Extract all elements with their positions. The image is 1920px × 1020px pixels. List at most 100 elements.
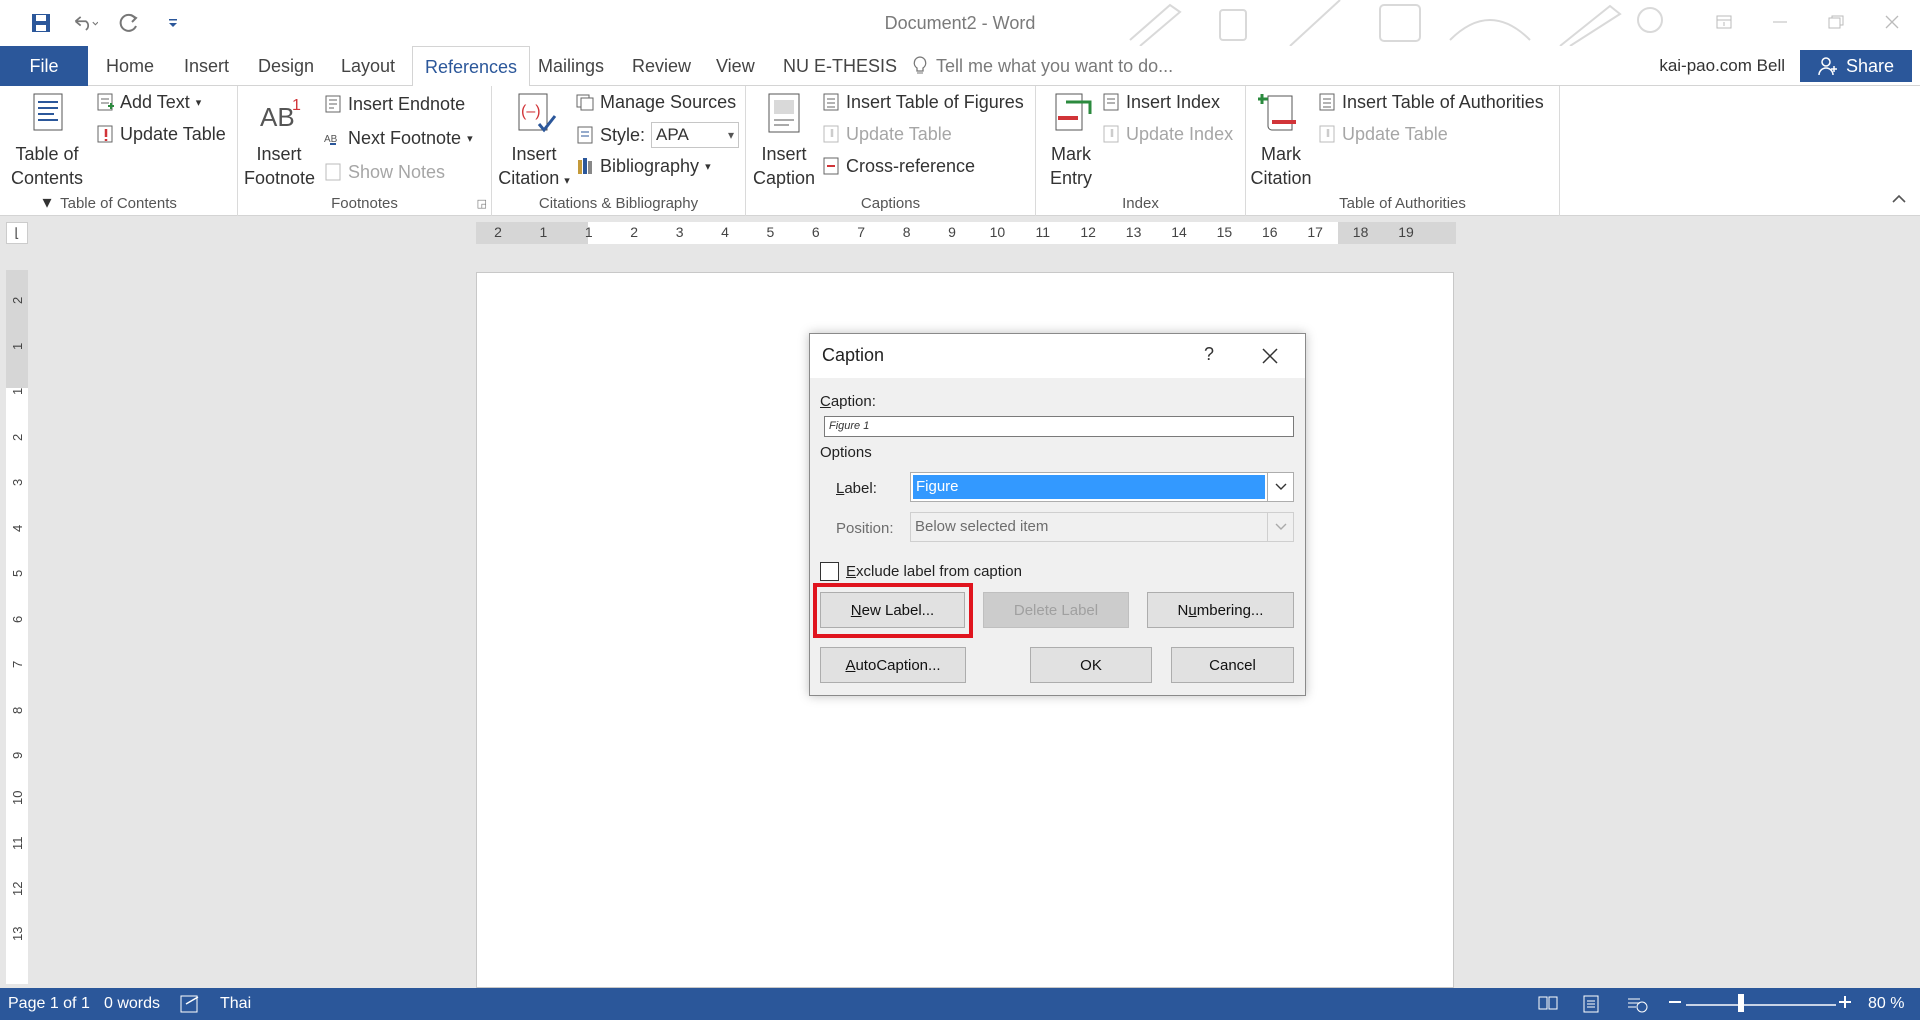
ok-button[interactable]: OK [1030, 647, 1152, 683]
tab-nu-e-thesis[interactable]: NU E-THESIS [783, 46, 897, 86]
help-button[interactable]: ? [1194, 344, 1224, 365]
web-layout-icon[interactable] [1626, 995, 1648, 1013]
vruler-tick-label: 3 [10, 478, 25, 486]
page-count[interactable]: Page 1 of 1 [8, 995, 90, 1013]
ribbon-tabs: File Home Insert Design Layout Reference… [0, 46, 1920, 87]
close-icon [1262, 348, 1278, 364]
tab-references[interactable]: References [412, 46, 531, 87]
insert-endnote-icon [325, 95, 341, 113]
insert-citation-button[interactable]: (–) Insert Citation ▾ [496, 90, 572, 193]
manage-sources-button[interactable]: Manage Sources [576, 88, 736, 116]
zoom-out-icon[interactable] [1668, 995, 1682, 1009]
read-mode-icon[interactable] [1538, 995, 1558, 1011]
update-table-authorities-button[interactable]: Update Table [1318, 120, 1448, 148]
tab-file[interactable]: File [0, 46, 88, 86]
ribbon-display-options-icon[interactable] [1696, 0, 1752, 44]
ruler-tick-label: 18 [1352, 224, 1369, 240]
tab-design[interactable]: Design [258, 46, 314, 86]
share-label: Share [1845, 55, 1895, 76]
mark-citation-button[interactable]: Mark Citation [1248, 90, 1314, 190]
tell-me-box[interactable]: Tell me what you want to do... [912, 46, 1173, 86]
zoom-slider-thumb[interactable] [1738, 994, 1744, 1012]
tab-home[interactable]: Home [106, 46, 154, 86]
print-layout-icon[interactable] [1582, 995, 1600, 1013]
update-table-captions-button[interactable]: Update Table [822, 120, 952, 148]
close-dialog-button[interactable] [1255, 342, 1285, 370]
share-person-icon [1818, 57, 1837, 76]
bibliography-button[interactable]: Bibliography ▾ [576, 152, 711, 180]
ruler-tick-label: 1 [539, 224, 548, 240]
collapse-ribbon-icon[interactable] [1892, 191, 1906, 209]
language[interactable]: Thai [220, 995, 251, 1013]
mark-entry-button[interactable]: Mark Entry [1040, 90, 1102, 190]
insert-endnote-button[interactable]: Insert Endnote [324, 90, 465, 118]
update-table-authorities-icon [1319, 125, 1335, 143]
update-table-toc-button[interactable]: Update Table [96, 120, 226, 148]
vruler-tick-label: 10 [10, 790, 25, 805]
svg-text:(–): (–) [521, 103, 541, 120]
ruler-tick-label: 19 [1398, 224, 1414, 240]
vruler-tick-label: 7 [10, 660, 25, 668]
zoom-slider[interactable] [1686, 1003, 1836, 1007]
lightbulb-icon [913, 56, 927, 74]
tab-mailings[interactable]: Mailings [538, 46, 604, 86]
chevron-down-icon[interactable] [1267, 473, 1293, 501]
insert-footnote-button[interactable]: AB 1 Insert Footnote [244, 90, 315, 190]
tab-selector[interactable]: ⌊ [6, 222, 28, 244]
delete-label-button[interactable]: Delete Label [983, 592, 1129, 628]
numbering-button[interactable]: Nu mbering... [1147, 592, 1294, 628]
vruler-tick-label: 8 [10, 706, 25, 714]
insert-caption-icon [768, 93, 800, 133]
group-footnotes: AB 1 Insert Footnote Insert Endnote AB Ne… [238, 86, 492, 216]
autocaption-button[interactable]: AutoCaption... [820, 647, 966, 683]
next-footnote-button[interactable]: AB Next Footnote ▾ [324, 124, 473, 152]
position-dropdown[interactable]: Below selected item [910, 512, 1294, 542]
exclude-label-checkbox[interactable] [820, 562, 839, 581]
zoom-in-icon[interactable] [1838, 995, 1852, 1009]
label-dropdown[interactable]: Figure [910, 472, 1294, 502]
group-label-captions: Captions [860, 195, 921, 212]
restore-icon[interactable] [1808, 0, 1864, 44]
ruler-tick-label: 14 [1171, 224, 1187, 240]
group-table-of-contents: Table of Contents ▾ Add Text ▾ Update Tab… [0, 86, 238, 216]
horizontal-ruler[interactable]: 2 1 1 2 3 4 5 6 7 8 9 10 11 12 13 14 15 16 17 18 19 [476, 222, 1456, 244]
update-index-icon [1103, 125, 1119, 143]
chevron-down-disabled-icon[interactable] [1267, 513, 1293, 541]
word-count[interactable]: 0 words [104, 995, 160, 1013]
position-field-label: Position: [836, 520, 894, 537]
vertical-ruler[interactable]: 2 1 1 2 3 4 5 6 7 8 9 10 11 12 13 [6, 270, 28, 984]
caption-dialog: Caption ? Caption: Figure 1 Options Labe… [809, 333, 1306, 696]
insert-caption-button[interactable]: Insert Caption [750, 90, 818, 190]
style-selector[interactable]: Style: APA [576, 121, 740, 149]
tab-layout[interactable]: Layout [341, 46, 395, 86]
style-dropdown[interactable]: APA [651, 122, 740, 148]
close-window-icon[interactable] [1864, 0, 1920, 44]
title-bar: Document2 - Word [0, 0, 1920, 46]
update-index-button[interactable]: Update Index [1102, 120, 1233, 148]
cancel-button[interactable]: Cancel [1171, 647, 1294, 683]
caption-input[interactable]: Figure 1 [824, 416, 1294, 437]
tab-view[interactable]: View [716, 46, 755, 86]
cross-reference-button[interactable]: Cross-reference [822, 152, 975, 180]
insert-index-button[interactable]: Insert Index [1102, 88, 1220, 116]
cross-reference-icon [823, 157, 839, 175]
add-text-icon [97, 93, 114, 111]
share-button[interactable]: Share [1800, 50, 1912, 82]
exclude-label-text: Exclude label from caption [846, 563, 1022, 580]
vruler-tick-label: 5 [10, 569, 25, 577]
insert-table-of-figures-button[interactable]: Insert Table of Figures [822, 88, 1024, 116]
show-notes-icon [325, 163, 341, 181]
tab-review[interactable]: Review [632, 46, 691, 86]
ruler-tick-label: 8 [902, 224, 911, 240]
user-name[interactable]: kai-pao.com Bell [1659, 46, 1785, 86]
ruler-tick-label: 1 [584, 224, 593, 240]
minimize-icon[interactable] [1752, 0, 1808, 44]
insert-table-of-authorities-button[interactable]: Insert Table of Authorities [1318, 88, 1544, 116]
proofing-icon[interactable] [180, 995, 202, 1013]
ruler-tick-label: 3 [675, 224, 684, 240]
manage-sources-icon [576, 94, 594, 111]
show-notes-button[interactable]: Show Notes [324, 158, 445, 186]
zoom-level[interactable]: 80 % [1868, 995, 1904, 1013]
tab-insert[interactable]: Insert [184, 46, 229, 86]
add-text-button[interactable]: Add Text ▾ [96, 88, 201, 116]
